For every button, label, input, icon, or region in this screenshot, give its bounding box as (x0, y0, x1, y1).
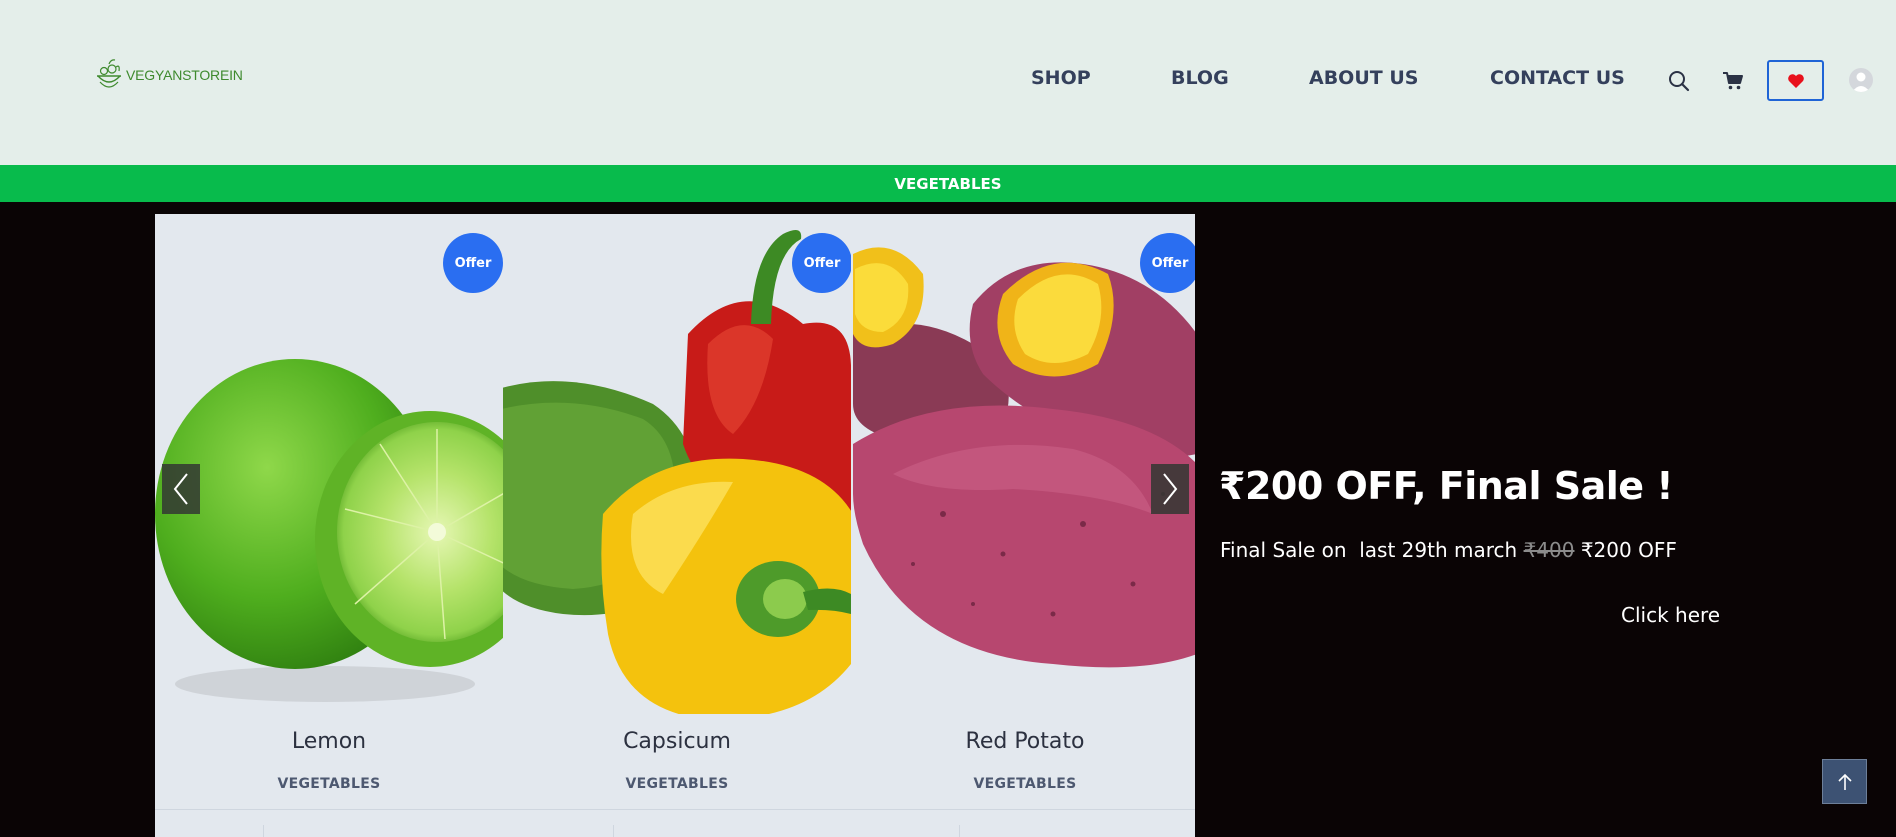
divider (155, 809, 503, 810)
old-price: ₹400 (1523, 538, 1575, 562)
divider (959, 825, 960, 837)
arrow-up-icon (1837, 773, 1852, 790)
site-header: VEGYANSTOREIN SHOP BLOG ABOUT US CONTACT… (0, 0, 1896, 165)
product-carousel: Offer Lemon VEGETABLES Offer Capsicum VE… (155, 214, 1195, 837)
basket-logo-icon (97, 59, 121, 88)
divider (613, 825, 614, 837)
product-category: VEGETABLES (277, 776, 381, 792)
search-icon[interactable] (1668, 70, 1690, 92)
user-avatar[interactable] (1849, 68, 1873, 92)
promo-description: Final Sale on last 29th march ₹400 ₹200 … (1220, 538, 1677, 562)
logo[interactable]: VEGYANSTOREIN (94, 58, 243, 92)
product-card-capsicum[interactable]: Offer Capsicum VEGETABLES (503, 214, 851, 837)
nav-contact-us[interactable]: CONTACT US (1490, 67, 1625, 89)
promo-click-here-link[interactable]: Click here (1621, 603, 1720, 627)
promo-text: Final Sale on last 29th march (1220, 538, 1524, 562)
capsicum-image (503, 230, 851, 714)
logo-text: VEGYANSTOREIN (126, 67, 243, 83)
promo-discount: ₹200 OFF (1574, 538, 1677, 562)
chevron-right-icon (1163, 473, 1178, 505)
offer-badge: Offer (792, 233, 851, 293)
product-name[interactable]: Red Potato (851, 729, 1195, 754)
nav-blog[interactable]: BLOG (1171, 67, 1229, 89)
carousel-next-button[interactable] (1151, 464, 1189, 514)
wishlist-button[interactable] (1767, 60, 1824, 101)
category-bar-label[interactable]: VEGETABLES (894, 175, 1001, 193)
product-name[interactable]: Capsicum (503, 729, 851, 754)
nav-shop[interactable]: SHOP (1031, 67, 1091, 89)
back-to-top-button[interactable] (1822, 759, 1867, 804)
divider (263, 825, 264, 837)
heart-icon (1787, 73, 1804, 88)
carousel-prev-button[interactable] (162, 464, 200, 514)
divider (503, 809, 851, 810)
divider (851, 809, 1195, 810)
category-bar: VEGETABLES (0, 165, 1896, 202)
nav-about-us[interactable]: ABOUT US (1309, 67, 1418, 89)
product-category: VEGETABLES (973, 776, 1077, 792)
product-card-lemon[interactable]: Offer Lemon VEGETABLES (155, 214, 503, 837)
lemon-image (155, 359, 503, 702)
chevron-left-icon (173, 473, 188, 505)
offer-badge: Offer (443, 233, 503, 293)
product-name[interactable]: Lemon (155, 729, 503, 754)
user-icon (1852, 72, 1870, 92)
product-category: VEGETABLES (625, 776, 729, 792)
offer-badge: Offer (1140, 233, 1195, 293)
red-potato-image (853, 247, 1195, 668)
cart-icon[interactable] (1722, 71, 1744, 91)
product-card-red-potato[interactable]: Offer Red Potato VEGETABLES (851, 214, 1195, 837)
promo-title: ₹200 OFF, Final Sale ! (1219, 464, 1674, 508)
